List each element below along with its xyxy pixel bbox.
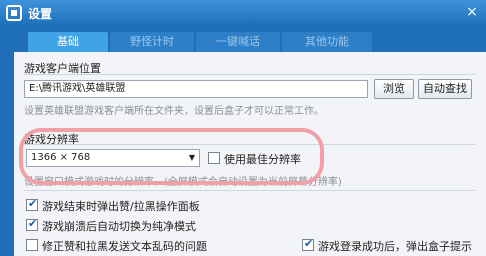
option-checkbox[interactable]: ✔	[302, 237, 314, 251]
game-path-input[interactable]: E:\腾讯游戏\英雄联盟	[24, 80, 368, 98]
resolution-value: 1366 × 768	[31, 152, 91, 163]
auto-find-button[interactable]: 自动查找	[418, 79, 472, 99]
option-checkbox[interactable]: ✔	[26, 197, 38, 211]
option-checkbox[interactable]: ✔	[26, 217, 38, 231]
game-path-hint: 设置英雄联盟游戏客户端所在文件夹，设置后盒子才可以正常工作。	[24, 106, 324, 117]
resolution-select[interactable]: 1366 × 768 ▼	[26, 149, 200, 167]
best-resolution-label: 使用最佳分辨率	[224, 153, 301, 166]
checkmark-icon: ✔	[28, 197, 38, 210]
option-label: 修正赞和拉黑发送文本乱码的问题	[42, 240, 207, 253]
tab-basic[interactable]: 基础	[28, 32, 108, 52]
divider	[24, 74, 476, 75]
tab-other-functions[interactable]: 其他功能	[282, 32, 372, 52]
settings-app-icon	[6, 5, 22, 21]
option-label: 游戏结束时弹出赞/拉黑操作面板	[42, 200, 200, 213]
divider	[24, 144, 476, 145]
checkmark-icon: ✔	[28, 217, 38, 230]
best-resolution-checkbox[interactable]	[208, 152, 220, 164]
settings-panel: 游戏客户端位置 E:\腾讯游戏\英雄联盟 浏览 自动查找 设置英雄联盟游戏客户端…	[14, 52, 486, 256]
tab-quick-chat[interactable]: 一键喊话	[196, 32, 280, 52]
chevron-down-icon: ▼	[188, 153, 195, 162]
browse-button[interactable]: 浏览	[374, 79, 414, 99]
title-bar: 设置 ×	[0, 0, 486, 26]
checkmark-icon: ✔	[304, 237, 314, 250]
close-icon[interactable]: ×	[464, 4, 480, 20]
option-label: 游戏登录成功后，弹出盒子提示	[318, 240, 472, 253]
option-checkbox[interactable]	[26, 239, 38, 251]
option-label: 游戏崩溃后自动切换为纯净模式	[42, 220, 196, 233]
tab-bar: 基础 野怪计时 一键喊话 其他功能	[0, 26, 486, 52]
tab-monster-timer[interactable]: 野怪计时	[110, 32, 194, 52]
resolution-hint: 设置窗口模式游戏时的分辨率。(全屏模式会自动设置为当前屏幕分辨率)	[24, 177, 342, 188]
divider	[24, 190, 476, 191]
window-title: 设置	[28, 7, 53, 21]
